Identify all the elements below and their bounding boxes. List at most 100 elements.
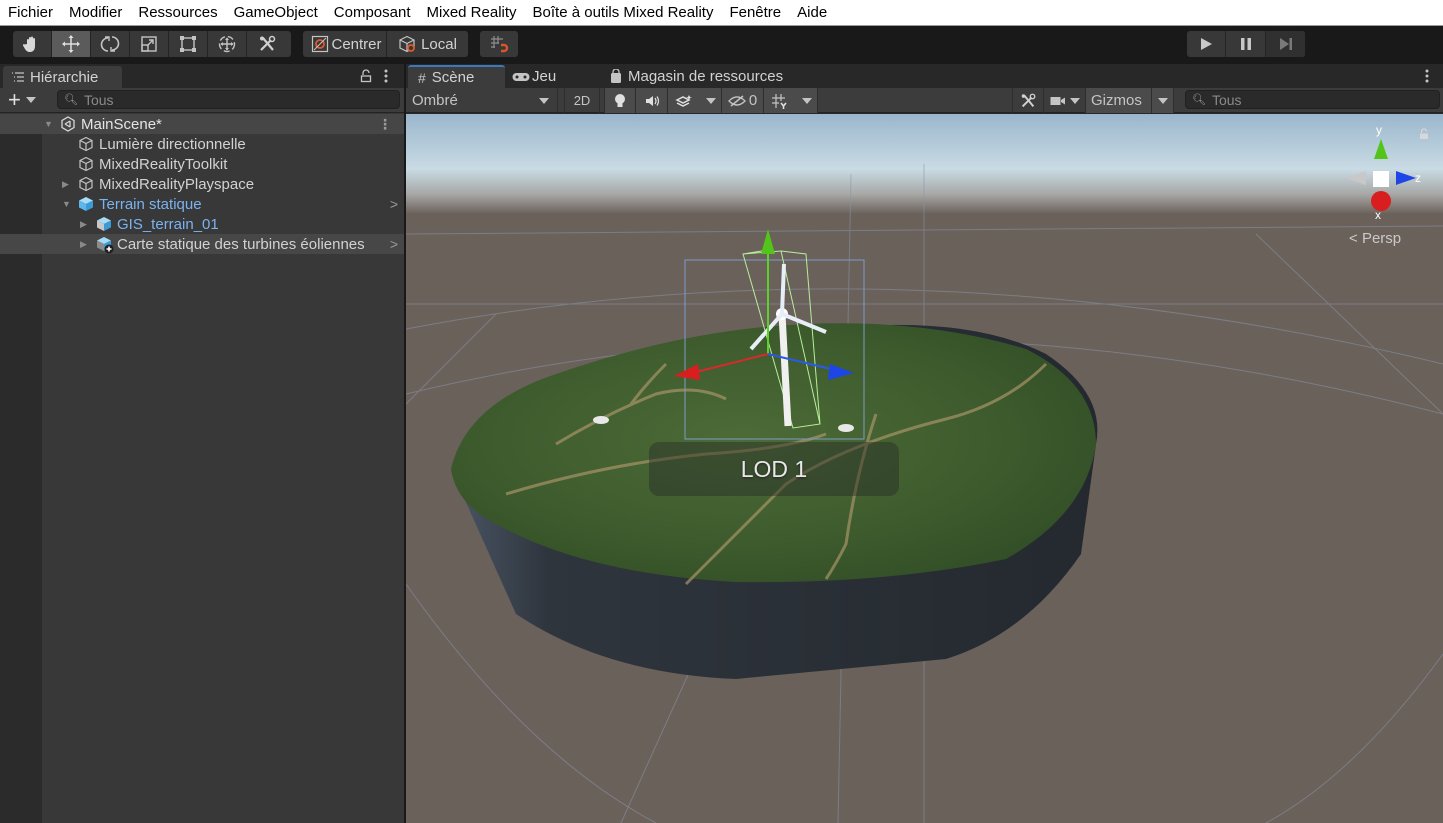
kebab-menu-icon[interactable]: [1424, 68, 1430, 84]
main-toolbar: Centrer Local: [0, 26, 1443, 64]
expanded-arrow-icon[interactable]: ▼: [44, 119, 53, 129]
collapsed-arrow-icon[interactable]: ▶: [62, 179, 69, 190]
tab-hierarchy[interactable]: Hiérarchie: [3, 66, 122, 88]
shading-mode-dropdown[interactable]: Ombré: [406, 88, 558, 113]
hierarchy-row[interactable]: ▶ GIS_terrain_01: [0, 214, 404, 234]
scene-visibility-button[interactable]: 0: [722, 88, 764, 113]
grid-dropdown[interactable]: [796, 88, 818, 113]
hierarchy-toolbar: + 🔍︎ Tous: [0, 88, 404, 113]
audio-toggle-button[interactable]: [636, 88, 668, 113]
hierarchy-row[interactable]: ▼ Terrain statique >: [0, 194, 404, 214]
hierarchy-row[interactable]: ▶ Carte statique des turbines éoliennes >: [0, 234, 404, 254]
scene-viewport[interactable]: LOD 1 y z x < Persp: [406, 114, 1443, 823]
2d-toggle-button[interactable]: 2D: [564, 88, 600, 113]
pivot-rotation-button[interactable]: Local: [387, 31, 468, 57]
lightbulb-icon: [615, 93, 625, 107]
tab-game-label: Jeu: [532, 68, 557, 85]
menu-item-mixed-reality[interactable]: Mixed Reality: [419, 0, 525, 26]
z-axis-cone: [1396, 171, 1416, 185]
menu-item-fen-tre[interactable]: Fenêtre: [721, 0, 789, 26]
gizmo-center: [1373, 171, 1389, 187]
play-button[interactable]: [1187, 31, 1226, 57]
rect-tool-button[interactable]: [169, 31, 208, 57]
rotate-tool-button[interactable]: [91, 31, 130, 57]
gizmos-toggle-button[interactable]: Gizmos: [1086, 88, 1152, 113]
hierarchy-row[interactable]: MixedRealityToolkit: [0, 154, 404, 174]
move-icon: [62, 35, 80, 53]
hierarchy-row-label: GIS_terrain_01: [117, 215, 219, 233]
pivot-center-icon: [312, 35, 329, 53]
open-prefab-chevron-icon[interactable]: >: [390, 196, 398, 212]
scene-search-placeholder: Tous: [1211, 91, 1242, 108]
lighting-toggle-button[interactable]: [604, 88, 636, 113]
search-icon: 🔍︎: [1192, 94, 1206, 106]
menu-item-ressources[interactable]: Ressources: [130, 0, 225, 26]
grid-y-icon: [772, 93, 787, 109]
hierarchy-row-label: Carte statique des turbines éoliennes: [117, 235, 365, 253]
add-object-button[interactable]: +: [8, 87, 44, 112]
store-bag-icon: [611, 69, 621, 83]
hierarchy-row[interactable]: Lumière directionnelle: [0, 134, 404, 154]
tab-asset-store[interactable]: Magasin de ressources: [610, 65, 810, 88]
step-button[interactable]: [1266, 31, 1305, 57]
custom-tools-button[interactable]: [247, 31, 287, 57]
hand-tool-button[interactable]: [13, 31, 52, 57]
camera-settings-dropdown[interactable]: [1044, 88, 1086, 113]
hierarchy-panel: Hiérarchie + 🔍︎ Tous ▼ MainScene* ⋮ Lumière…: [0, 64, 404, 823]
scene-tools-button[interactable]: [1012, 88, 1044, 113]
gameobject-cube-icon: [78, 156, 94, 172]
effects-toggle-button[interactable]: [668, 88, 700, 113]
menu-item-fichier[interactable]: Fichier: [0, 0, 61, 26]
transform-tool-button[interactable]: [208, 31, 247, 57]
hierarchy-row[interactable]: ▶ MixedRealityPlayspace: [0, 174, 404, 194]
collapsed-arrow-icon[interactable]: ▶: [80, 239, 87, 250]
lock-icon[interactable]: [360, 69, 372, 83]
gamepad-icon: [512, 72, 530, 81]
transform-icon: [218, 35, 236, 53]
hierarchy-search-input[interactable]: 🔍︎ Tous: [57, 90, 400, 109]
hierarchy-row-label: MainScene*: [81, 115, 162, 133]
grid-toggle-button[interactable]: [764, 88, 796, 113]
chevron-down-icon: [1069, 97, 1080, 104]
hierarchy-tab-label: Hiérarchie: [30, 68, 99, 86]
expanded-arrow-icon[interactable]: ▼: [62, 199, 71, 209]
shading-mode-value: Ombré: [412, 92, 458, 109]
hierarchy-tabbar: Hiérarchie: [0, 64, 404, 88]
menu-item-composant[interactable]: Composant: [326, 0, 419, 26]
kebab-menu-icon[interactable]: [383, 68, 389, 84]
grid-icon: #: [418, 69, 426, 86]
gameobject-cube-icon: [78, 136, 94, 152]
projection-toggle[interactable]: < Persp: [1349, 230, 1401, 247]
collapsed-arrow-icon[interactable]: ▶: [80, 219, 87, 230]
plus-icon: +: [8, 87, 21, 112]
lock-icon[interactable]: [1419, 128, 1429, 140]
tab-scene[interactable]: # Scène: [408, 65, 505, 88]
kebab-menu-icon[interactable]: ⋮: [378, 116, 392, 133]
menu-item-bo-te-outils-mixed-reality[interactable]: Boîte à outils Mixed Reality: [525, 0, 722, 26]
move-tool-button[interactable]: [52, 31, 91, 57]
x-axis-label: x: [1375, 208, 1381, 222]
gizmos-dropdown[interactable]: [1152, 88, 1174, 113]
menu-item-gameobject[interactable]: GameObject: [226, 0, 326, 26]
menu-item-aide[interactable]: Aide: [789, 0, 835, 26]
list-icon: [12, 72, 24, 82]
chevron-down-icon: [705, 97, 716, 104]
pause-button[interactable]: [1226, 31, 1266, 57]
open-prefab-chevron-icon[interactable]: >: [390, 236, 398, 252]
pivot-mode-label: Centrer: [331, 35, 382, 53]
effects-dropdown[interactable]: [700, 88, 722, 113]
menu-item-modifier[interactable]: Modifier: [61, 0, 130, 26]
grid-snap-button[interactable]: [480, 31, 518, 57]
scene-search-input[interactable]: 🔍︎ Tous: [1185, 90, 1440, 109]
z-axis-label: z: [1415, 171, 1421, 185]
tools-icon: [1021, 93, 1036, 107]
pivot-mode-button[interactable]: Centrer: [303, 31, 387, 57]
tab-game[interactable]: Jeu: [512, 65, 592, 88]
neg-x-cone: [1346, 171, 1366, 185]
scene-row[interactable]: ▼ MainScene* ⋮: [0, 114, 404, 134]
2d-label: 2D: [573, 93, 591, 108]
scale-tool-button[interactable]: [130, 31, 169, 57]
eye-hidden-icon: [727, 94, 746, 107]
tab-scene-label: Scène: [431, 69, 475, 86]
gameobject-cube-icon: [78, 176, 94, 192]
